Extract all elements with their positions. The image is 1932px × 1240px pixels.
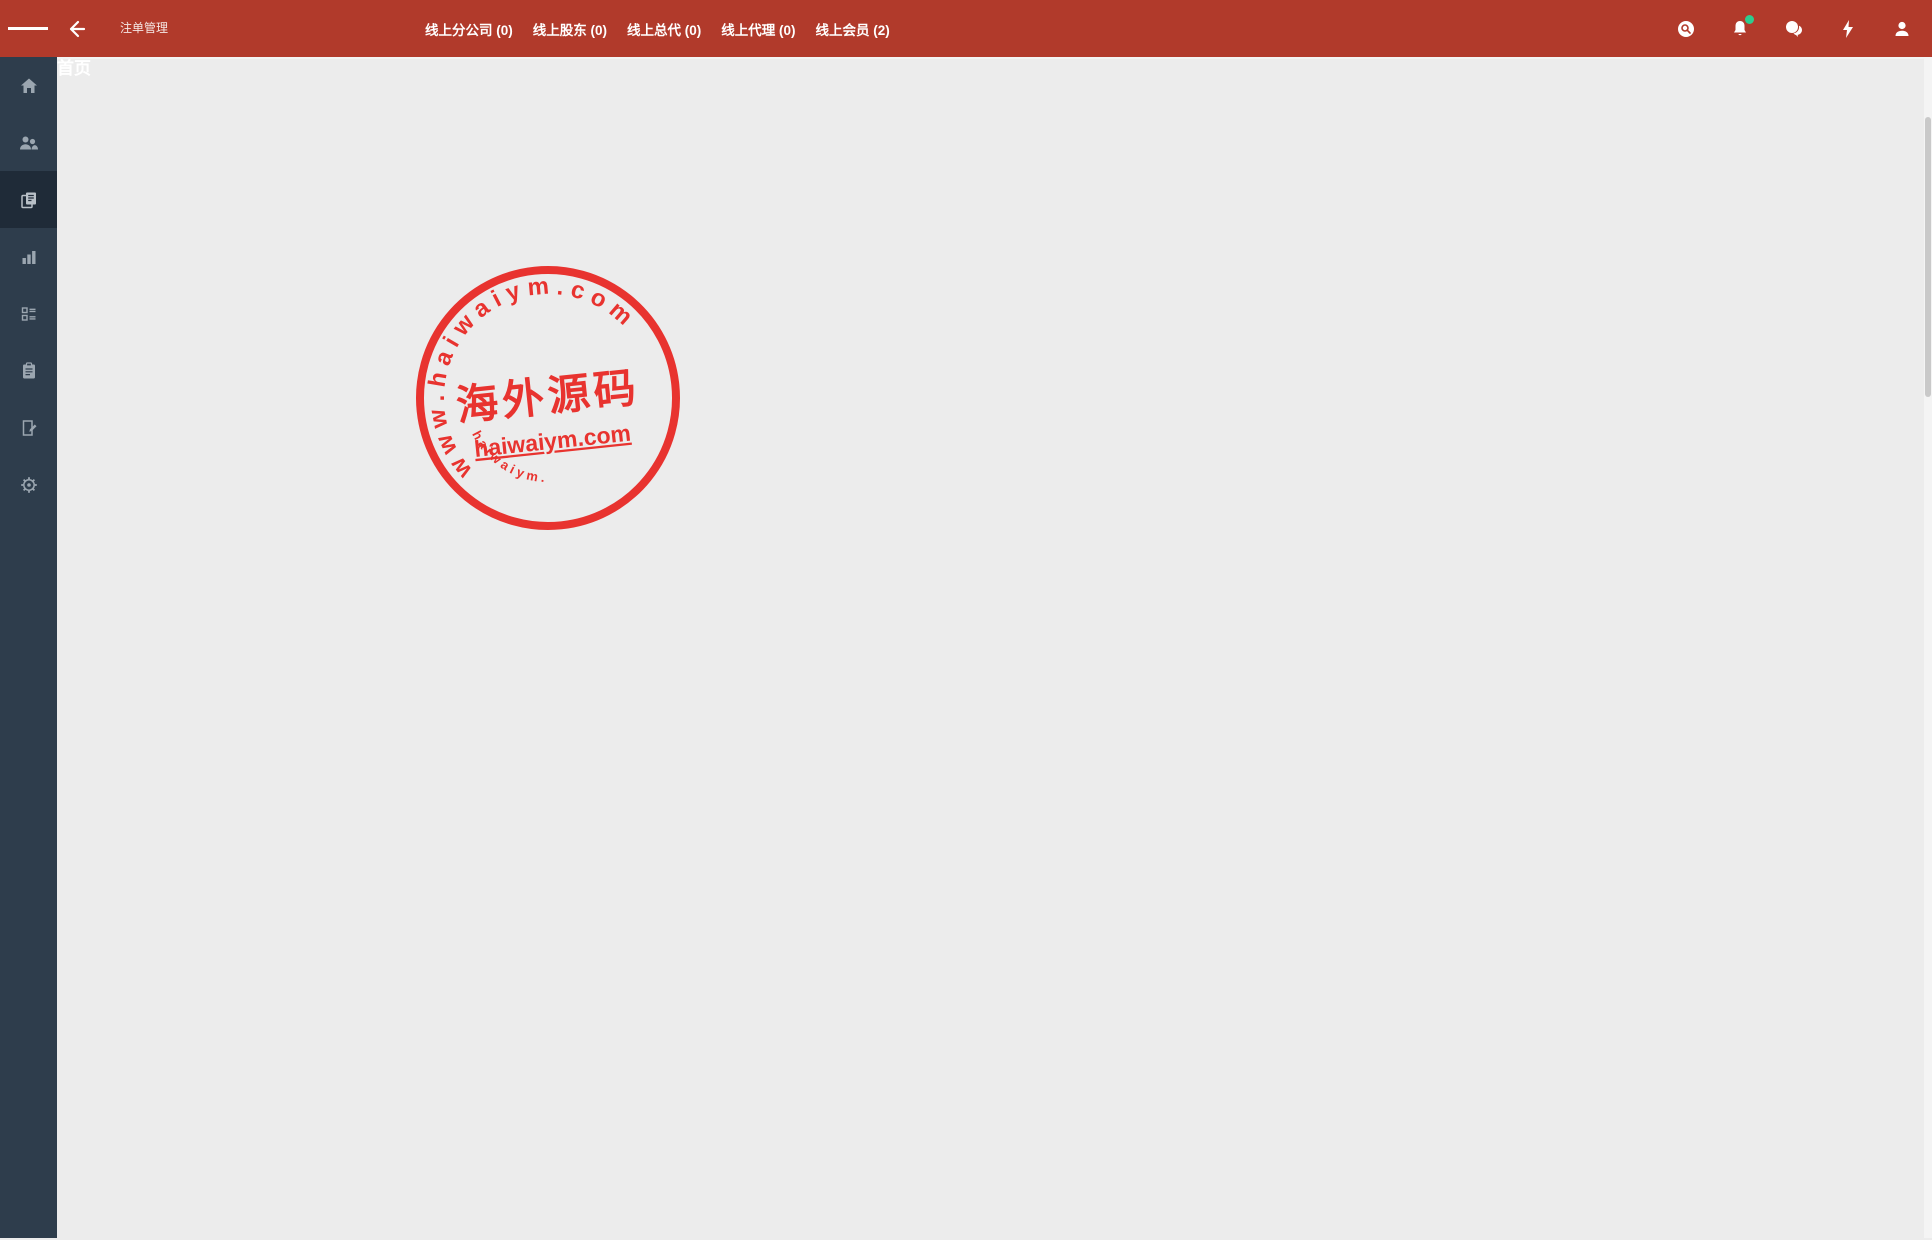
menu-icon[interactable] <box>8 9 48 49</box>
sidebar-item-reports[interactable] <box>0 228 57 285</box>
file-edit-icon <box>19 418 39 438</box>
top-header: 注单管理 首页 线上分公司 (0) 线上股东 (0) 线上总代 (0) 线上代理… <box>0 0 1932 57</box>
documents-icon <box>19 190 39 210</box>
user-icon[interactable] <box>1886 13 1918 45</box>
header-nav: 线上分公司 (0) 线上股东 (0) 线上总代 (0) 线上代理 (0) 线上会… <box>425 0 890 57</box>
page-title: 首页 <box>57 59 1932 1240</box>
nav-online-branch[interactable]: 线上分公司 (0) <box>425 19 513 39</box>
sidebar-item-home[interactable] <box>0 57 57 114</box>
nav-online-shareholder[interactable]: 线上股东 (0) <box>533 19 607 39</box>
nav-online-agent[interactable]: 线上代理 (0) <box>721 19 795 39</box>
clipboard-icon <box>19 361 39 381</box>
users-icon <box>18 133 40 153</box>
nav-online-master-agent[interactable]: 线上总代 (0) <box>627 19 701 39</box>
sidebar-item-settings[interactable] <box>0 456 57 513</box>
sidebar-item-records[interactable] <box>0 342 57 399</box>
gear-icon <box>19 475 39 495</box>
scrollbar-thumb[interactable] <box>1925 117 1931 397</box>
vertical-scrollbar[interactable] <box>1924 57 1932 1238</box>
back-arrow-icon[interactable] <box>56 9 96 49</box>
notification-dot <box>1745 15 1754 24</box>
app-title: 注单管理 <box>120 21 168 35</box>
home-icon <box>19 76 39 96</box>
sidebar-item-logs[interactable] <box>0 399 57 456</box>
bell-icon[interactable] <box>1724 13 1756 45</box>
list-grid-icon <box>19 304 39 324</box>
breadcrumb: 注单管理 首页 <box>120 21 168 35</box>
search-icon[interactable] <box>1670 13 1702 45</box>
nav-online-member[interactable]: 线上会员 (2) <box>816 19 890 39</box>
sidebar-item-dashboard[interactable] <box>0 285 57 342</box>
sidebar-item-members[interactable] <box>0 114 57 171</box>
flash-icon[interactable] <box>1832 13 1864 45</box>
sidebar-item-bet-orders[interactable] <box>0 171 57 228</box>
chat-icon[interactable] <box>1778 13 1810 45</box>
sidebar <box>0 57 57 1238</box>
bar-chart-icon <box>19 247 39 267</box>
